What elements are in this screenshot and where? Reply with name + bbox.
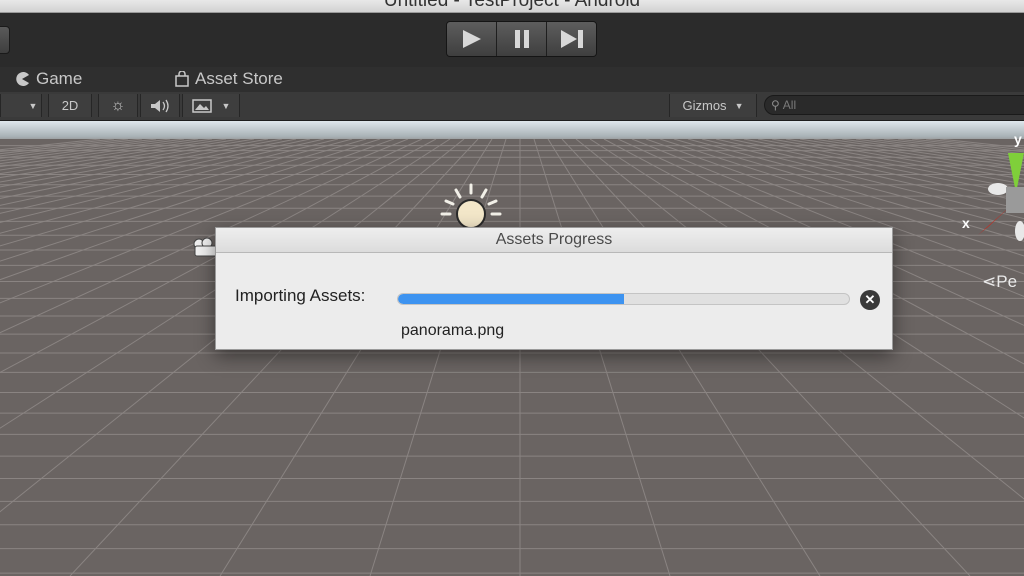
- scene-toolbar: ▼ 2D ☼ ▼ Gizmos ▼ ⚲ All: [0, 92, 1024, 121]
- persp-arrow-icon: ⋖: [982, 272, 997, 291]
- search-placeholder: All: [782, 98, 797, 112]
- close-icon: ✕: [864, 292, 876, 307]
- gizmos-label: Gizmos: [682, 98, 727, 113]
- main-toolbar: [0, 13, 1024, 67]
- pacman-icon: [16, 72, 29, 86]
- play-icon: [462, 30, 481, 48]
- play-button[interactable]: [447, 22, 497, 56]
- tab-game[interactable]: Game: [14, 69, 82, 89]
- tab-game-label: Game: [36, 69, 83, 88]
- camera-icon: [193, 237, 218, 257]
- sun-icon: ☼: [110, 96, 126, 114]
- lighting-toggle[interactable]: ☼: [98, 94, 138, 117]
- scene-orientation-gizmo[interactable]: [960, 131, 1024, 251]
- axis-y-label: y: [1014, 131, 1022, 147]
- play-controls: [446, 21, 597, 57]
- tab-asset-store-label: Asset Store: [195, 69, 283, 88]
- cancel-button[interactable]: ✕: [860, 290, 880, 310]
- dropdown-arrow-icon: ▼: [734, 100, 744, 111]
- step-icon: [560, 30, 583, 48]
- ground-grid: [0, 139, 1024, 576]
- step-button[interactable]: [547, 22, 596, 56]
- pause-icon: [514, 30, 529, 48]
- dialog-title: Assets Progress: [216, 228, 892, 253]
- mode-2d-label: 2D: [61, 98, 79, 113]
- tab-asset-store[interactable]: Asset Store: [175, 69, 283, 89]
- window-title-bar: Untitled - TestProject - Android: [0, 0, 1024, 13]
- store-icon: [175, 71, 189, 87]
- shading-dropdown[interactable]: ▼: [0, 94, 42, 117]
- import-progress-bar: [397, 293, 850, 305]
- search-icon: ⚲: [771, 98, 780, 112]
- audio-toggle[interactable]: [140, 94, 180, 117]
- view-tabs: Game Asset Store: [0, 67, 1024, 92]
- dropdown-arrow-icon: ▼: [28, 100, 38, 111]
- image-icon: [191, 98, 212, 113]
- projection-toggle[interactable]: ⋖Pe: [982, 272, 1017, 292]
- progress-fill: [398, 294, 624, 304]
- mode-2d-button[interactable]: 2D: [48, 94, 92, 117]
- axis-x-label: x: [962, 215, 970, 231]
- current-file-name: panorama.png: [401, 322, 505, 339]
- effects-dropdown[interactable]: ▼: [182, 94, 240, 117]
- speaker-icon: [151, 99, 169, 112]
- toolbar-button-stub[interactable]: [0, 26, 10, 54]
- progress-label: Importing Assets:: [235, 286, 366, 305]
- pause-button[interactable]: [497, 22, 547, 56]
- window-title: Untitled - TestProject - Android: [383, 0, 641, 11]
- assets-progress-dialog: Assets Progress Importing Assets: ✕ pano…: [215, 227, 893, 350]
- projection-label: Pe: [996, 272, 1018, 291]
- scene-search-input[interactable]: ⚲ All: [764, 95, 1024, 115]
- dropdown-arrow-icon: ▼: [221, 100, 231, 111]
- light-icon: [440, 183, 502, 229]
- gizmos-dropdown[interactable]: Gizmos ▼: [669, 94, 757, 117]
